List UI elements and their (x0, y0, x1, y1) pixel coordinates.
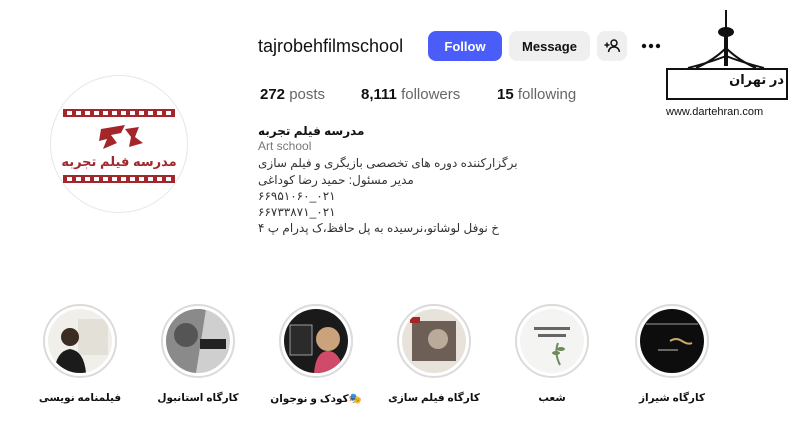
profile-avatar[interactable]: مدرسه فیلم تجربه (50, 75, 188, 213)
highlight-item[interactable]: شعب (492, 304, 612, 404)
suggested-accounts-button[interactable] (597, 31, 627, 61)
highlight-cover-icon (284, 309, 348, 373)
highlight-item[interactable]: 🎭کودک و نوجوان (256, 304, 376, 405)
follow-button[interactable]: Follow (428, 31, 502, 61)
highlight-ring (635, 304, 709, 378)
posts-number: 272 (260, 86, 286, 103)
logo-text: مدرسه فیلم تجربه (61, 154, 177, 169)
add-user-icon (604, 39, 620, 53)
highlight-cover-icon (402, 309, 466, 373)
highlight-label: شعب (538, 392, 566, 404)
highlight-cover-icon (48, 309, 112, 373)
followers-link[interactable]: 8,111 followers (361, 86, 460, 103)
highlight-ring (161, 304, 235, 378)
posts-count: 272 posts (260, 86, 325, 103)
highlight-item[interactable]: کارگاه استانبول (138, 304, 258, 404)
following-label: following (517, 86, 577, 103)
highlight-item[interactable]: فیلمنامه نویسی (20, 304, 140, 404)
more-options-button[interactable] (638, 34, 664, 58)
more-dots-icon (641, 43, 661, 49)
highlight-label: 🎭کودک و نوجوان (270, 393, 362, 405)
highlight-cover-icon (166, 309, 230, 373)
watermark-title: در تهران (729, 72, 784, 87)
highlight-ring (279, 304, 353, 378)
milad-tower-icon (687, 10, 765, 69)
school-logo-icon (63, 109, 175, 183)
highlight-item[interactable]: کارگاه فیلم سازی (374, 304, 494, 404)
highlight-label: فیلمنامه نویسی (38, 392, 122, 404)
highlight-cover-icon (520, 309, 584, 373)
highlight-ring (397, 304, 471, 378)
highlight-label: کارگاه فیلم سازی (388, 392, 480, 404)
posts-label: posts (289, 86, 326, 103)
followers-number: 8,111 (361, 86, 397, 103)
bio-line: برگزارکننده دوره های تخصصی بازیگری و فیل… (258, 156, 518, 170)
highlight-label: کارگاه شیراز (638, 392, 706, 404)
watermark: در تهران www.dartehran.com (666, 10, 790, 120)
bio-line: خ نوفل لوشاتو،نرسیده به پل حافظ،ک پدرام … (258, 221, 499, 235)
highlight-cover-icon (640, 309, 704, 373)
bio-line: مدیر مسئول: حمید رضا کوداغی (258, 173, 414, 187)
bio-category: Art school (258, 139, 312, 153)
message-button[interactable]: Message (509, 31, 590, 61)
profile-username: tajrobehfilmschool (258, 36, 404, 56)
bio-name: مدرسه فیلم تجربه (258, 124, 365, 138)
highlight-ring (43, 304, 117, 378)
bio-line: ۰۲۱_۶۶۷۳۳۸۷۱ (258, 205, 336, 219)
following-number: 15 (497, 86, 514, 103)
highlight-ring (515, 304, 589, 378)
highlight-label: کارگاه استانبول (157, 392, 239, 404)
followers-label: followers (401, 86, 461, 103)
highlight-item[interactable]: کارگاه شیراز (612, 304, 732, 404)
bio-line: ۰۲۱_۶۶۹۵۱۰۶۰ (258, 189, 336, 203)
following-link[interactable]: 15 following (497, 86, 576, 103)
watermark-url: www.dartehran.com (666, 106, 764, 118)
